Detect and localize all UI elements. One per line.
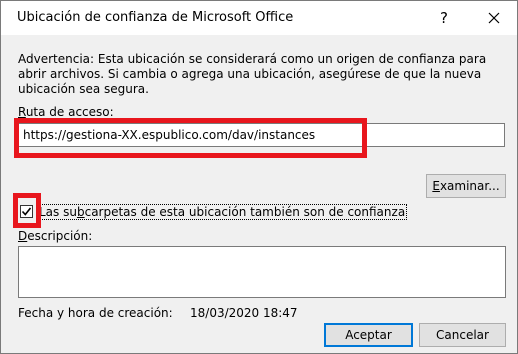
subfolders-label[interactable]: Las subcarpetas de esta ubicación tambié… [37,204,408,220]
subfolders-checkbox[interactable] [20,205,33,218]
description-textarea[interactable] [18,246,506,298]
title-bar: Ubicación de confianza de Microsoft Offi… [1,1,517,35]
path-input[interactable]: https://gestiona-XX.espublico.com/dav/in… [18,123,505,147]
description-label: Descripción: [18,229,93,243]
warning-text: Advertencia: Esta ubicación se considera… [18,52,487,96]
created-label: Fecha y hora de creación: [18,306,173,320]
ok-button[interactable]: Aceptar [324,323,413,347]
checkmark-icon [21,207,32,216]
dialog-title: Ubicación de confianza de Microsoft Offi… [17,10,294,25]
help-button[interactable]: ? [429,3,459,33]
trusted-location-dialog: Ubicación de confianza de Microsoft Offi… [0,0,518,354]
browse-button[interactable]: Examinar... [426,174,506,198]
cancel-button[interactable]: Cancelar [419,323,506,347]
path-label: Ruta de acceso: [18,105,114,119]
close-icon [488,12,500,24]
close-button[interactable] [477,3,511,33]
created-value: 18/03/2020 18:47 [190,306,298,320]
